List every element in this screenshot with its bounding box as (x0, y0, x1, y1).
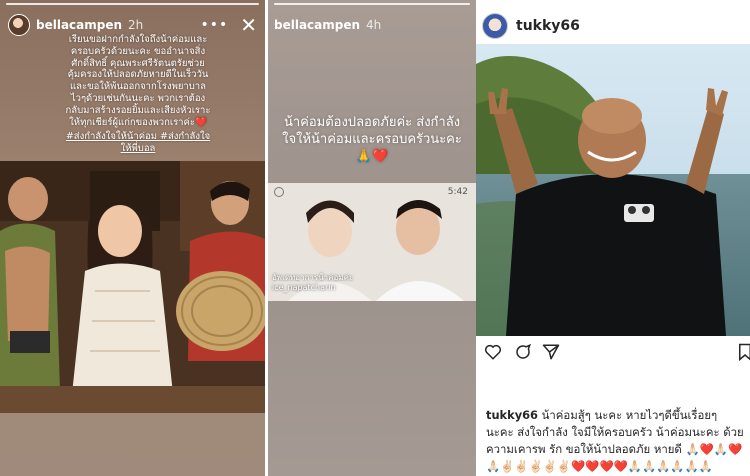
video-duration: 5:42 (447, 187, 468, 197)
story-text: น้าค่อมต้องปลอดภัยค่ะ ส่งกำลังใจให้น้าค่… (278, 114, 466, 165)
caption-username[interactable]: tukky66 (486, 408, 538, 422)
post-overlay-text: อัพเดทอาการน้าค่อมค่ะ (272, 273, 354, 282)
story-hashtags[interactable]: #ส่งกำลังใจให้น้าค่อม #ส่งกำลังใจให้พี่บ… (64, 131, 212, 155)
collage: bellacampen 2h ••• ✕ เรียนขอฝากกำลังใจถึ… (0, 0, 750, 476)
story-header: bellacampen 4h (274, 11, 468, 39)
close-icon[interactable]: ✕ (240, 15, 257, 35)
instagram-post-panel: tukky66 tukky66 น้าค่อมสู้ๆ นะคะ หายไวๆด… (476, 0, 750, 476)
save-icon[interactable] (736, 343, 750, 361)
video-icon (274, 187, 284, 197)
story-caption: เรียนขอฝากกำลังใจถึงน้าค่อมและครอบครัวด้… (65, 34, 211, 128)
story-panel-2: bellacampen 4h น้าค่อมต้องปลอดภัยค่ะ ส่ง… (268, 0, 476, 476)
story-username[interactable]: bellacampen (274, 18, 360, 32)
share-icon[interactable] (542, 343, 560, 361)
post-overlay: อัพเดทอาการน้าค่อมค่ะ ice_napatcharin (272, 273, 353, 293)
comment-icon[interactable] (514, 343, 532, 361)
avatar[interactable] (8, 14, 30, 36)
post-actions (484, 343, 750, 363)
shared-post-card[interactable]: 5:42 อัพเดทอาการน้าค่อมค่ะ ice_napatchar… (268, 183, 476, 301)
post-username[interactable]: tukky66 (516, 18, 580, 34)
avatar[interactable] (482, 13, 508, 39)
post-caption: tukky66 น้าค่อมสู้ๆ นะคะ หายไวๆดีขึ้นเรื… (486, 407, 748, 475)
more-dots-icon[interactable]: ••• (200, 17, 228, 33)
story-username[interactable]: bellacampen (36, 18, 122, 32)
story-time: 4h (366, 18, 382, 32)
heart-icon[interactable] (484, 343, 502, 361)
story-time: 2h (128, 18, 144, 32)
story-progress-bar (274, 3, 470, 5)
story-progress-bar (6, 3, 259, 5)
heart-emoji: ❤️ (372, 149, 389, 164)
post-header: tukky66 (482, 12, 580, 40)
story-panel-1: bellacampen 2h ••• ✕ เรียนขอฝากกำลังใจถึ… (0, 0, 265, 476)
post-photo[interactable] (476, 44, 750, 336)
movie-still-photo (0, 161, 265, 413)
post-username[interactable]: ice_napatcharin (272, 283, 353, 293)
